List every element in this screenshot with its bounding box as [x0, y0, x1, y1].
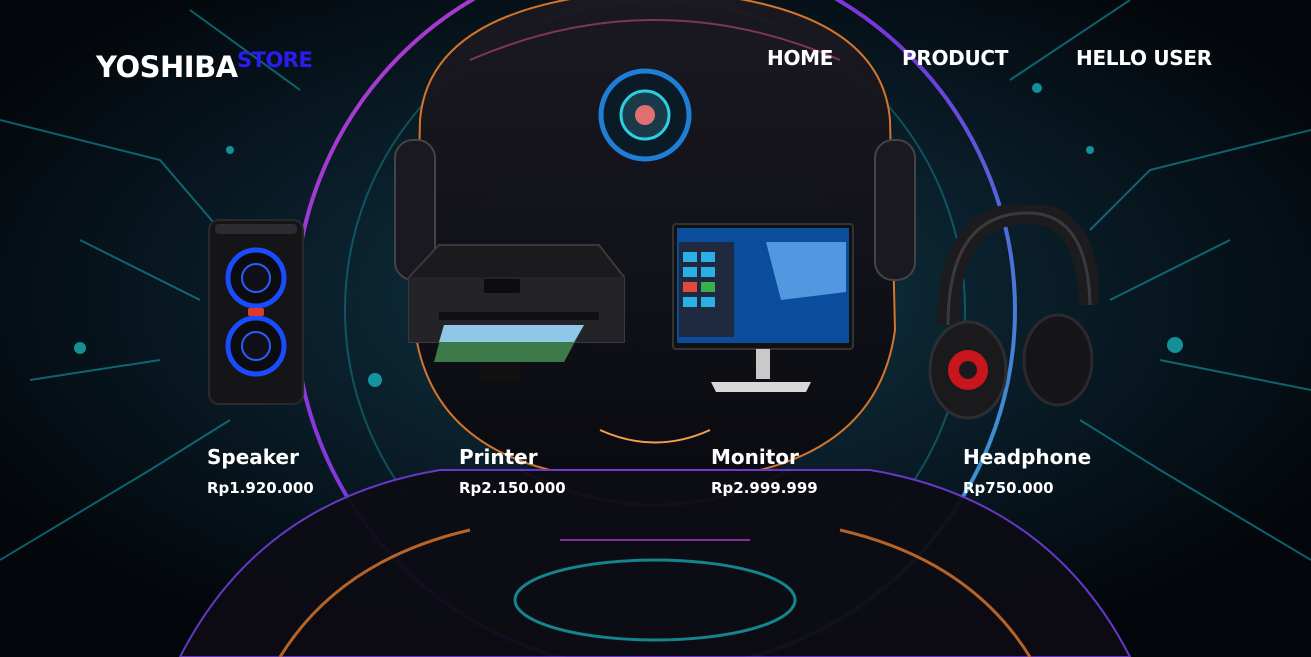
- printer-image: [408, 244, 625, 381]
- product-card-headphone[interactable]: Headphone Rp750.000: [928, 195, 1193, 515]
- product-name: Headphone: [963, 445, 1092, 469]
- site-header: YOSHIBA STORE HOME PRODUCT HELLO USER: [0, 0, 1311, 120]
- product-card-monitor[interactable]: Monitor Rp2.999.999: [672, 195, 941, 515]
- speaker-image: [208, 219, 304, 405]
- product-name: Speaker: [207, 445, 299, 469]
- brand-name: YOSHIBA: [96, 50, 238, 84]
- brand-accent: STORE: [237, 48, 313, 72]
- headphone-image: [928, 205, 1098, 420]
- nav-product-link[interactable]: PRODUCT: [902, 46, 1008, 70]
- product-name: Printer: [459, 445, 538, 469]
- product-price: Rp2.999.999: [711, 479, 818, 497]
- product-card-printer[interactable]: Printer Rp2.150.000: [408, 195, 689, 515]
- nav-user-link[interactable]: HELLO USER: [1076, 46, 1212, 70]
- product-price: Rp750.000: [963, 479, 1054, 497]
- product-name: Monitor: [711, 445, 799, 469]
- nav-home-link[interactable]: HOME: [767, 46, 833, 70]
- product-price: Rp2.150.000: [459, 479, 566, 497]
- monitor-image: [672, 223, 854, 392]
- product-price: Rp1.920.000: [207, 479, 314, 497]
